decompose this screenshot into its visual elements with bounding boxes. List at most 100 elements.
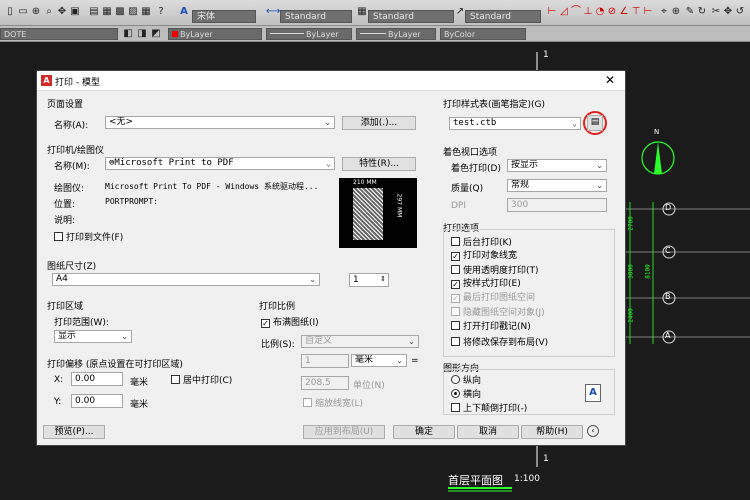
edit-style-table-icon[interactable]: ▤ xyxy=(587,115,603,131)
dim-radius-icon[interactable]: ◔ xyxy=(594,6,606,18)
option-label: 使用透明度打印(T) xyxy=(463,266,539,276)
layer-match-icon[interactable]: ◩ xyxy=(150,28,162,40)
center-mark-icon[interactable]: ⊕ xyxy=(670,6,682,18)
chevron-down-icon: ⌄ xyxy=(596,181,603,190)
scale-value2-input[interactable]: 208.5 xyxy=(301,376,349,390)
table-style-combo[interactable]: Standard xyxy=(368,10,454,23)
calc-icon[interactable]: ▦ xyxy=(140,6,152,18)
copy-icon[interactable]: ▤ xyxy=(88,6,100,18)
move-icon[interactable]: ✥ xyxy=(722,6,734,18)
plot-style-table-select[interactable]: test.ctb ⌄ xyxy=(449,117,581,130)
dim-arc-icon[interactable]: ⌒ xyxy=(570,6,582,18)
hide-paperspace-objects-checkbox[interactable]: 隐藏图纸空间对象(J) xyxy=(451,307,545,319)
page-setup-select[interactable]: <无> ⌄ xyxy=(105,116,335,129)
printer-select[interactable]: ⊜Microsoft Print to PDF ⌄ xyxy=(105,157,335,170)
dim-aligned-icon[interactable]: ◿ xyxy=(558,6,570,18)
printer-properties-button[interactable]: 特性(R)... xyxy=(342,157,416,171)
preview-button[interactable]: 预览(P)... xyxy=(43,425,105,439)
erase-icon[interactable]: ✂ xyxy=(710,6,722,18)
mleader-style-combo[interactable]: Standard xyxy=(465,10,541,23)
scale-value: 自定义 xyxy=(305,336,333,346)
plot-background-checkbox[interactable]: 后台打印(K) xyxy=(451,237,512,249)
dim-ordinate-icon[interactable]: ⊥ xyxy=(582,6,594,18)
dim-style-icon[interactable]: ⟷ xyxy=(266,6,280,18)
plot-lineweights-checkbox[interactable]: ✓ 打印对象线宽 xyxy=(451,251,517,262)
layer-previous-icon[interactable]: ◧ xyxy=(122,28,134,40)
dim-update-icon[interactable]: ↻ xyxy=(696,6,708,18)
quality-select[interactable]: 常规 ⌄ xyxy=(507,179,607,192)
checkbox-box xyxy=(451,265,460,274)
linetype-combo[interactable]: ByLayer xyxy=(266,28,352,40)
cancel-button[interactable]: 取消 xyxy=(457,425,519,439)
dim-linear-icon[interactable]: ⊢ xyxy=(546,6,558,18)
paper-size-select[interactable]: A4 ⌄ xyxy=(52,273,320,286)
center-plot-label: 居中打印(C) xyxy=(183,376,233,386)
scale-unit-select[interactable]: 毫米 ⌄ xyxy=(351,354,407,367)
dpi-input[interactable]: 300 xyxy=(507,198,607,212)
zoom-icon[interactable]: ⊕ xyxy=(30,6,42,18)
plotstyle-combo[interactable]: ByColor xyxy=(440,28,526,40)
layer-combo[interactable]: DOTE xyxy=(0,28,118,40)
plot-scale-label: 打印比例 xyxy=(259,302,296,312)
add-page-setup-button[interactable]: 添加(.)... xyxy=(342,116,416,130)
help-icon[interactable]: ? xyxy=(155,6,167,18)
center-plot-checkbox[interactable]: 居中打印(C) xyxy=(171,375,232,387)
checkbox-box: ✓ xyxy=(451,280,460,289)
plot-paperspace-last-checkbox[interactable]: ✓ 最后打印图纸空间 xyxy=(451,293,535,304)
new-icon[interactable]: ▯ xyxy=(4,6,16,18)
dim-style-combo[interactable]: Standard xyxy=(280,10,352,23)
table-style-icon[interactable]: ▦ xyxy=(356,6,368,18)
scale-select[interactable]: 自定义 ⌄ xyxy=(301,335,419,348)
more-options-icon[interactable]: ‹ xyxy=(587,425,599,437)
close-icon[interactable]: ✕ xyxy=(605,73,615,87)
y-offset-input[interactable]: 0.00 xyxy=(71,394,123,408)
what-to-plot-select[interactable]: 显示 ⌄ xyxy=(54,330,132,343)
plot-with-styles-checkbox[interactable]: ✓ 按样式打印(E) xyxy=(451,279,521,290)
pan-icon[interactable]: ✥ xyxy=(56,6,68,18)
color-combo[interactable]: ByLayer xyxy=(168,28,262,40)
save-changes-checkbox[interactable]: 将修改保存到布局(V) xyxy=(451,337,548,349)
upside-down-checkbox[interactable]: 上下颠倒打印(-) xyxy=(451,403,527,415)
rotate-icon[interactable]: ↺ xyxy=(734,6,746,18)
lineweight-combo[interactable]: ByLayer xyxy=(356,28,436,40)
axis-label-b: B xyxy=(665,292,671,301)
apply-to-layout-button[interactable]: 应用到布局(U) xyxy=(303,425,385,439)
what-to-plot-value: 显示 xyxy=(58,331,77,341)
layer-state-icon[interactable]: ◨ xyxy=(136,28,148,40)
spinner-icon[interactable]: ⇕ xyxy=(380,273,386,285)
print-to-file-checkbox[interactable]: 打印到文件(F) xyxy=(54,232,123,244)
description-label: 说明: xyxy=(54,216,76,226)
x-offset-unit: 毫米 xyxy=(130,378,149,388)
properties-icon[interactable]: ▦ xyxy=(101,6,113,18)
scale-lineweights-label: 缩放线宽(L) xyxy=(315,399,364,409)
font-combo[interactable]: 宋体 xyxy=(192,10,256,23)
tolerance-icon[interactable]: ⌖ xyxy=(658,6,670,18)
copies-input[interactable]: 1 ⇕ xyxy=(349,273,389,287)
design-center-icon[interactable]: ▩ xyxy=(114,6,126,18)
shade-plot-select[interactable]: 按显示 ⌄ xyxy=(507,159,607,172)
checkbox-box xyxy=(451,237,460,246)
x-offset-input[interactable]: 0.00 xyxy=(71,372,123,386)
linetype-combo-label: ByLayer xyxy=(306,30,339,39)
portrait-radio[interactable]: 纵向 xyxy=(451,375,481,387)
fit-to-paper-checkbox[interactable]: ✓ 布满图纸(I) xyxy=(261,318,319,329)
text-style-icon[interactable]: A xyxy=(178,6,190,18)
dim-baseline-icon[interactable]: ⊤ xyxy=(630,6,642,18)
scale-value1-input[interactable]: 1 xyxy=(301,354,349,368)
open-icon[interactable]: ▭ xyxy=(17,6,29,18)
landscape-radio[interactable]: 横向 xyxy=(451,389,481,401)
dim-angular-icon[interactable]: ∠ xyxy=(618,6,630,18)
ok-button[interactable]: 确定 xyxy=(393,425,455,439)
fit-to-paper-label: 布满图纸(I) xyxy=(273,318,319,328)
zoom-window-icon[interactable]: ⌕ xyxy=(43,6,55,18)
dim-diameter-icon[interactable]: ⊘ xyxy=(606,6,618,18)
scale-lineweights-checkbox[interactable]: 缩放线宽(L) xyxy=(303,398,363,410)
radio-dot xyxy=(451,389,460,398)
plot-transparency-checkbox[interactable]: 使用透明度打印(T) xyxy=(451,265,539,277)
dim-continue-icon[interactable]: ⊢ xyxy=(642,6,654,18)
plot-stamp-checkbox[interactable]: 打开打印戳记(N) xyxy=(451,321,531,333)
help-button[interactable]: 帮助(H) xyxy=(521,425,583,439)
dim-edit-icon[interactable]: ✎ xyxy=(684,6,696,18)
zoom-extents-icon[interactable]: ▣ xyxy=(69,6,81,18)
tool-palette-icon[interactable]: ▨ xyxy=(127,6,139,18)
